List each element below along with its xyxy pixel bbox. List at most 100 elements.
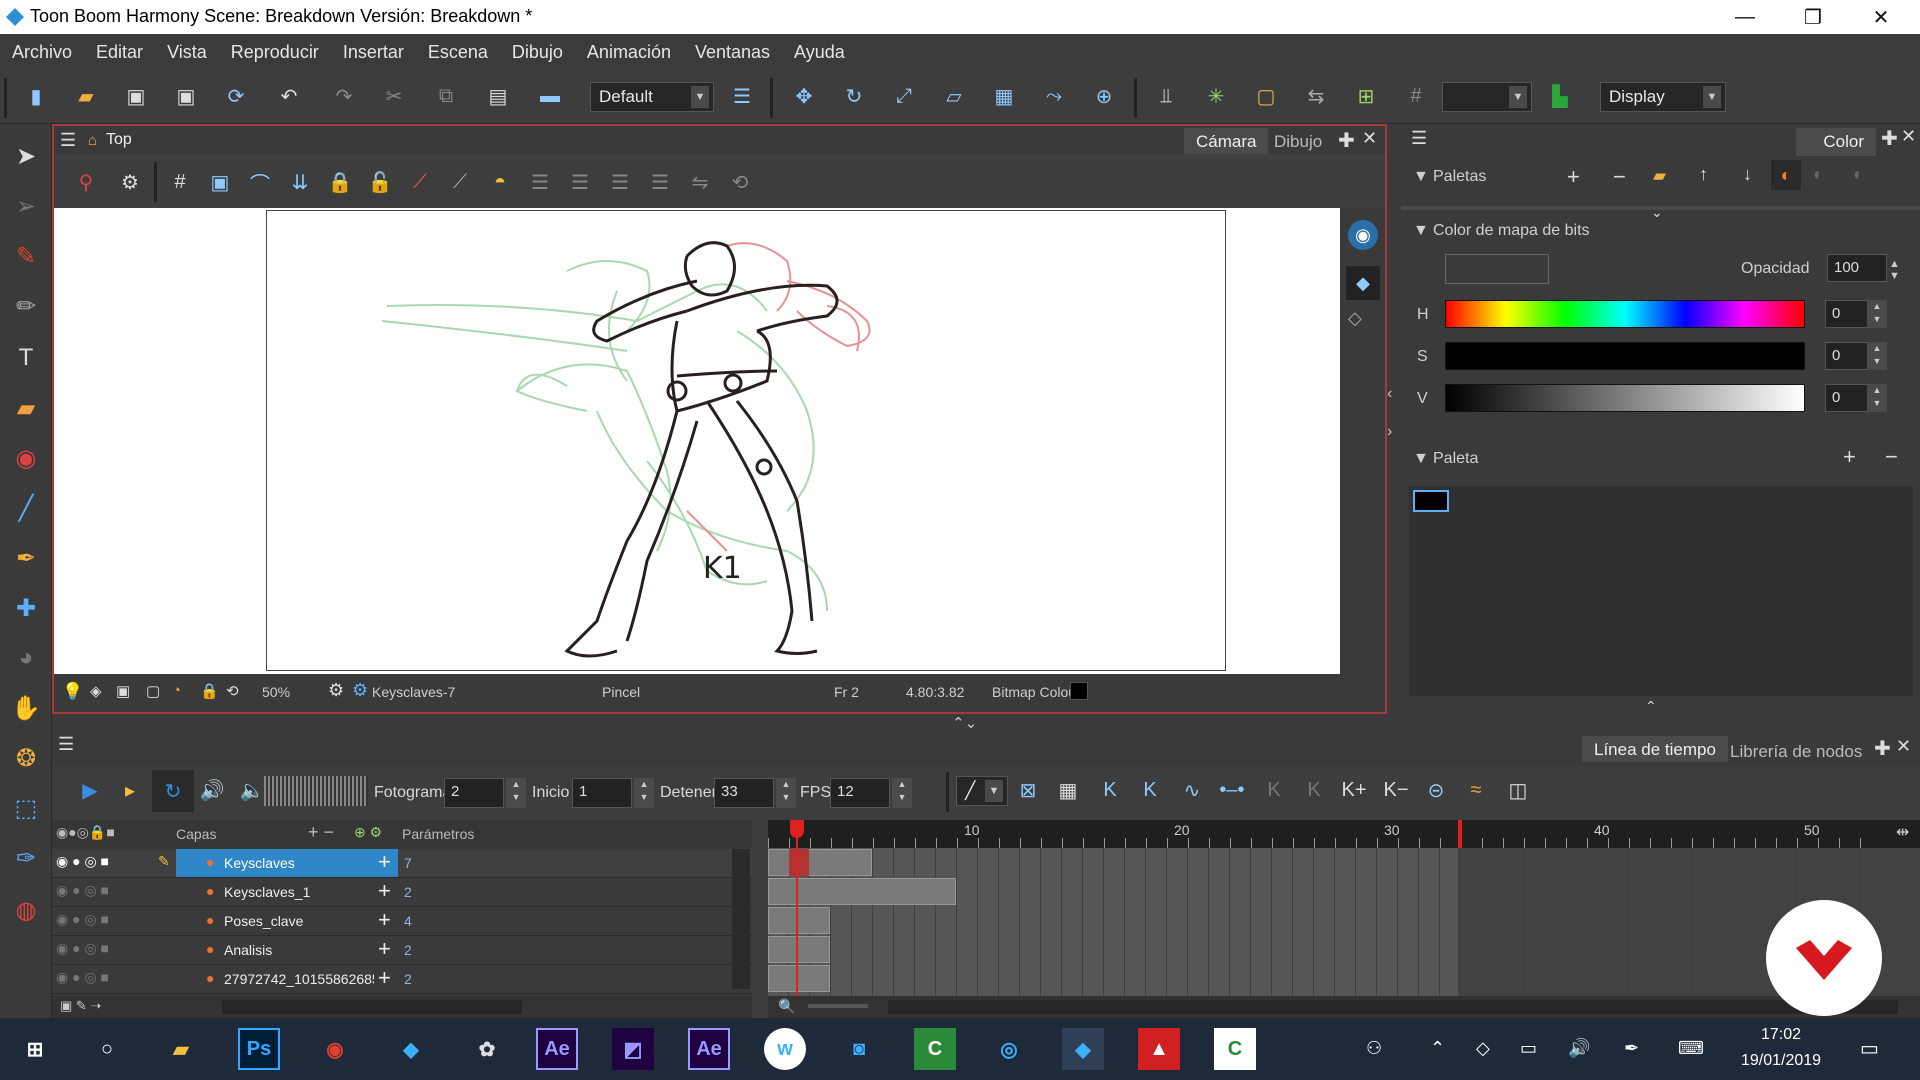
add-view-icon[interactable]: ✚ [1338,128,1355,153]
current-cell[interactable] [789,849,809,876]
save-icon[interactable]: ▣ [122,82,150,110]
camtasia-2-icon[interactable]: C [1214,1028,1256,1070]
eye-icon[interactable]: ◉ [1348,220,1378,250]
remove-swatch-icon[interactable]: − [1885,444,1898,470]
acrobat-icon[interactable]: ▲ [1138,1028,1180,1070]
paste-icon[interactable]: ▤ [484,82,512,110]
settings-icon[interactable]: ⚙ [328,680,344,701]
dropper-tool-icon[interactable]: ✒ [10,542,42,574]
menu-editar[interactable]: Editar [96,42,143,63]
view-combo[interactable]: ▼ [1442,82,1532,112]
close-view-icon[interactable]: ✕ [1896,736,1911,757]
ruler-icon[interactable]: ⟋ [446,168,474,196]
clock-date[interactable]: 19/01/2019 [1736,1052,1826,1070]
menu-vista[interactable]: Vista [167,42,207,63]
eraser-tool-icon[interactable]: ▰ [10,392,42,424]
scale-icon[interactable]: ⤢ [890,82,918,110]
loop-icon[interactable]: ↻ [152,770,194,812]
stop-field[interactable]: 33 [714,778,774,808]
playhead[interactable] [796,820,798,996]
opacity-stepper-icon[interactable]: ▲ ▼ [1889,258,1900,282]
create-drawing-icon[interactable]: ▦ [1054,776,1082,804]
deformation-tool-icon[interactable]: ✑ [10,842,42,874]
stack-2-icon[interactable]: ☰ [566,168,594,196]
field-guide-icon[interactable]: ▢ [146,682,160,700]
line-tool-icon[interactable]: ╱ [10,492,42,524]
hue-slider[interactable] [1445,300,1805,328]
grid-icon[interactable]: # [1402,82,1430,110]
notifications-icon[interactable]: ▭ [1860,1036,1879,1061]
add-palette-icon[interactable]: + [1567,164,1580,190]
ruler-zoom-icon[interactable]: ⇹ [1896,822,1909,842]
start-stepper[interactable]: ▲ ▼ [634,778,654,808]
exposure-block[interactable] [768,849,872,876]
open-folder-icon[interactable]: ▰ [72,82,100,110]
transform-icon[interactable]: ✥ [790,82,818,110]
light-icon[interactable]: ◓ [486,168,514,196]
after-effects-icon[interactable]: Ae [536,1028,578,1070]
workspace-icon[interactable]: ▬ [536,82,564,110]
next-keyframe-icon[interactable]: K [1300,776,1328,804]
harmony-active-icon[interactable]: ◆ [1062,1028,1104,1070]
brush-tool-icon[interactable]: ✎ [10,240,42,272]
frames-grid[interactable]: 10 20 30 40 50 ⇹ 🔍 [768,820,1920,1018]
flip-icon[interactable]: ⇋ [686,168,714,196]
workspace-manager-icon[interactable]: ☰ [728,82,756,110]
spline-offset-icon[interactable]: ⊕ [1090,82,1118,110]
add-view-icon[interactable]: ✚ [1874,736,1891,761]
layer-visibility-icon[interactable]: ◉ ● ◎ ■ [56,853,109,870]
hue-stepper[interactable]: ▲ ▼ [1867,300,1887,328]
palette-folder-icon[interactable]: ▰ [1653,166,1666,186]
expand-layer-icon[interactable]: + [378,936,391,962]
layer-row[interactable]: ◉ ● ◎ ■ ● Keysclaves_1 + 2 [52,878,752,907]
animate-tool-icon[interactable]: ❂ [10,742,42,774]
chevron-up-icon[interactable]: ⌃ [1430,1038,1445,1059]
exposure-block[interactable] [768,965,830,992]
remove-palette-icon[interactable]: − [1613,164,1626,190]
stop-motion-keyframe-icon[interactable]: •‒• [1218,776,1246,804]
layer-visibility-icon[interactable]: ◉ ● ◎ ■ [56,969,109,986]
display-flag-icon[interactable]: ▙ [1546,82,1574,110]
light-bulb-icon[interactable]: 💡 [62,682,83,702]
sound-icon[interactable]: 🔊 [198,776,226,804]
cut-icon[interactable]: ✂ [380,82,408,110]
breadcrumb[interactable]: Top [106,131,132,149]
premiere-icon[interactable]: ◩ [612,1028,654,1070]
windows-start-icon[interactable]: ⊞ [14,1028,56,1070]
layers-icon[interactable]: ◆ [1346,266,1380,300]
settings-icon[interactable]: ⚙ [116,168,144,196]
move-up-icon[interactable]: ↑ [1699,164,1708,185]
menu-insertar[interactable]: Insertar [343,42,404,63]
move-down-icon[interactable]: ↓ [1743,164,1752,185]
pencil-tool-icon[interactable]: ✏ [10,290,42,322]
sound-scrub-icon[interactable]: 🔈 [238,776,266,804]
add-swatch-icon[interactable]: + [1843,444,1856,470]
frame-stepper[interactable]: ▲ ▼ [506,778,526,808]
preview-icon[interactable]: ▣ [206,168,234,196]
tab-timeline[interactable]: Línea de tiempo [1582,736,1728,762]
splitter-chevron-icon[interactable]: ⌄ [1651,204,1663,221]
layer-visibility-icon[interactable]: ◉ ● ◎ ■ [56,940,109,957]
delete-keyframe-icon[interactable]: K− [1382,776,1410,804]
display-combo[interactable]: Display ▼ [1600,82,1726,112]
photoshop-icon[interactable]: Ps [238,1028,280,1070]
layer-name[interactable]: Keysclaves [224,855,295,871]
restore-button[interactable]: ❐ [1784,0,1842,34]
stack-4-icon[interactable]: ☰ [646,168,674,196]
tab-color[interactable]: Color [1796,128,1876,156]
select-tool-icon[interactable]: ➤ [10,140,42,172]
multiple-ease-icon[interactable]: ≈ [1462,776,1490,804]
menu-dibujo[interactable]: Dibujo [512,42,563,63]
zoom-slider[interactable] [808,1004,868,1008]
palette-swatch[interactable] [1413,490,1449,512]
fps-stepper[interactable]: ▲ ▼ [892,778,912,808]
morph-tool-icon[interactable]: ◕ [10,642,42,674]
splitter-chevron-icon[interactable]: ⌃ [1645,698,1657,715]
visibility-all-icon[interactable]: ◉●◎🔒■ [56,824,115,841]
menu-reproducir[interactable]: Reproducir [231,42,319,63]
harmony-icon[interactable]: ◆ [390,1028,432,1070]
layer-down-icon[interactable]: ◇ [1348,308,1362,329]
layer-name[interactable]: 27972742_10155862685716 [224,971,374,987]
bounding-box-icon[interactable]: ▢ [1252,82,1280,110]
people-icon[interactable]: ⚇ [1366,1038,1382,1059]
